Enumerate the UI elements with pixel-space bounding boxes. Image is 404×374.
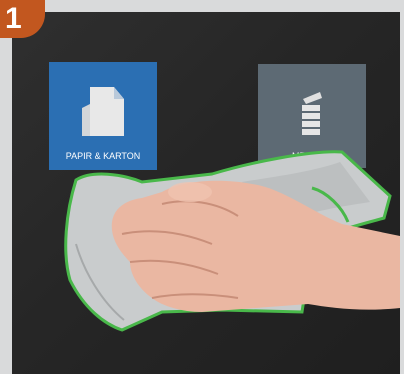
paper-bin-label: PAPIR & KARTON [49, 62, 157, 170]
step-illustration: PAPIR & KARTON METAL [0, 0, 404, 374]
paper-label-text: PAPIR & KARTON [66, 151, 141, 161]
cleaning-photo: PAPIR & KARTON METAL [12, 12, 400, 374]
photo-scene: PAPIR & KARTON METAL [49, 62, 400, 332]
